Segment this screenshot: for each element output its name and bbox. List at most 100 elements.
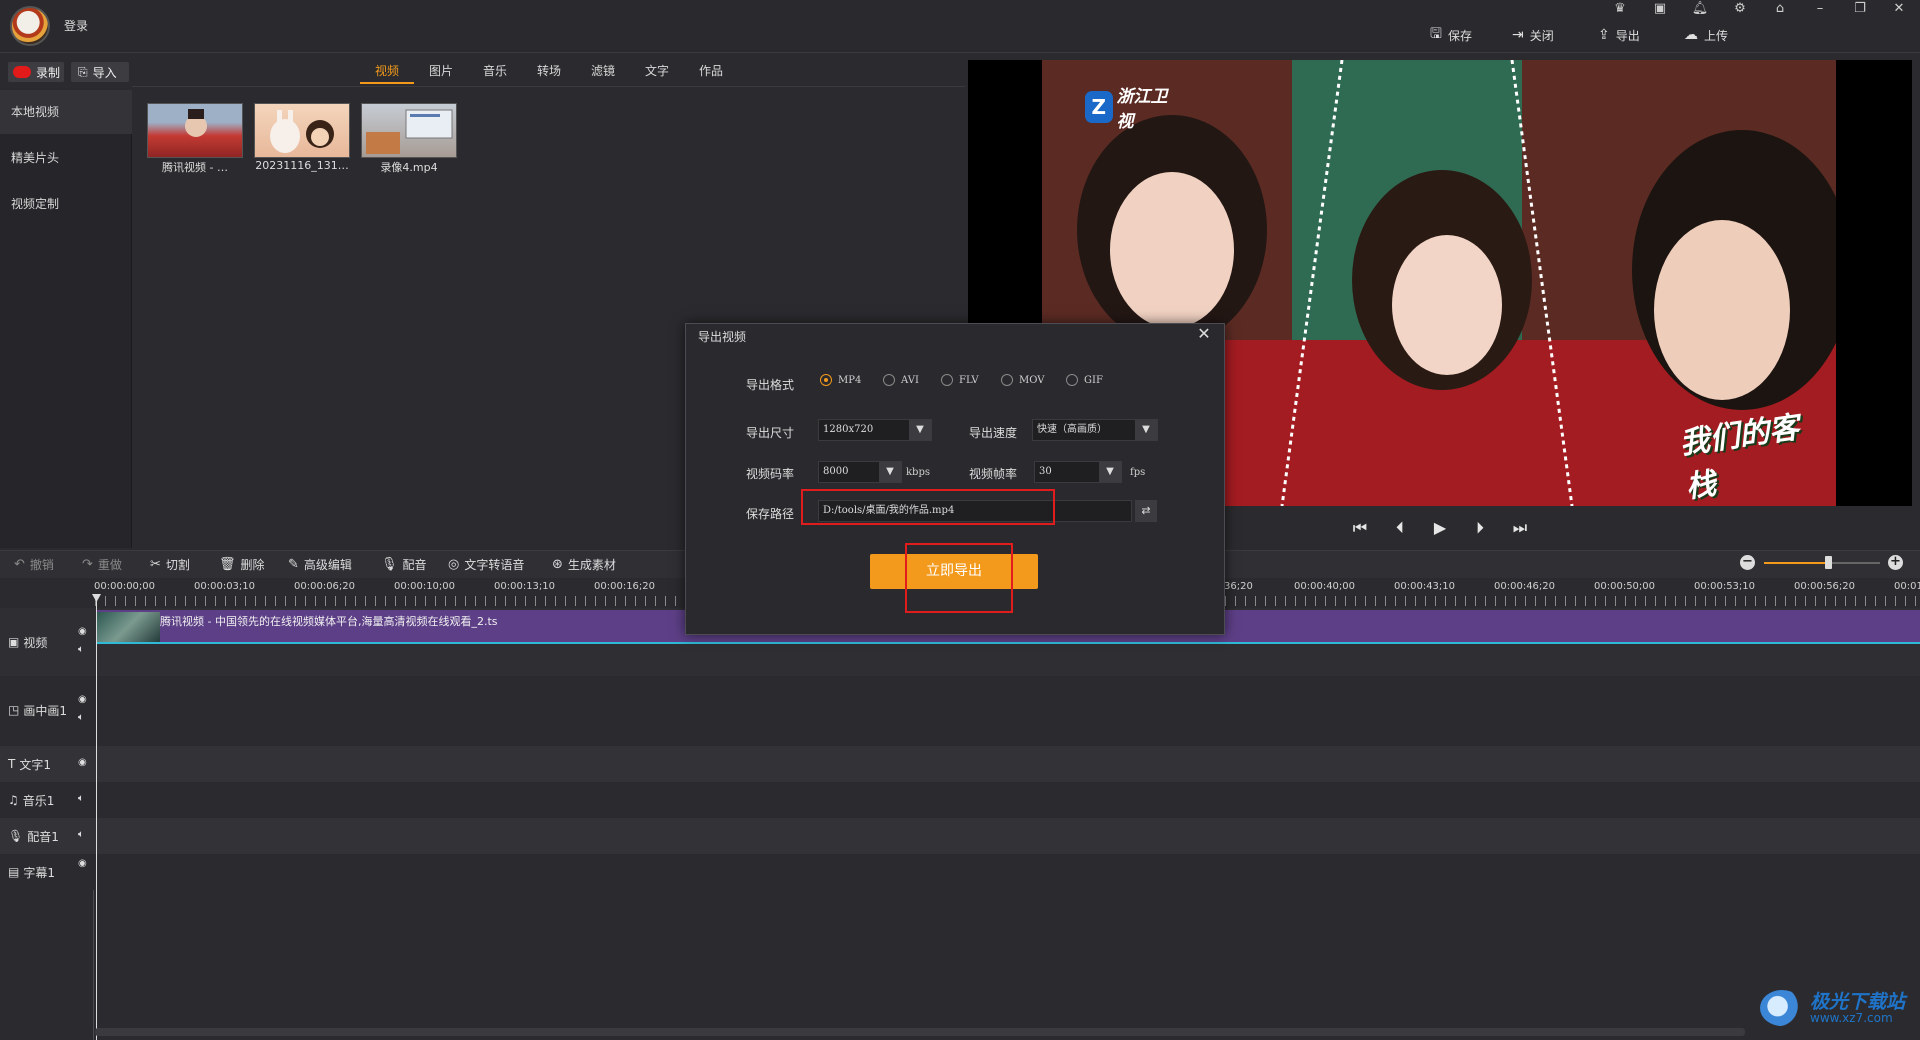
upload-button[interactable]: ☁ 上传 bbox=[1684, 26, 1728, 44]
speed-value: 快速（高画质） bbox=[1037, 424, 1107, 435]
save-button[interactable]: 🖫 保存 bbox=[1430, 26, 1472, 44]
cut-button[interactable]: ✂ 切割 bbox=[150, 556, 190, 572]
media-thumbnail-3[interactable] bbox=[361, 103, 457, 158]
home-icon[interactable]: ⌂ bbox=[1771, 2, 1789, 16]
delete-button[interactable]: 🗑︎ 删除 bbox=[219, 556, 265, 572]
pip-track-icon: ◳ bbox=[8, 703, 20, 717]
eye-icon[interactable]: ◉ bbox=[78, 858, 87, 869]
chevron-down-icon: ▼ bbox=[1135, 420, 1157, 440]
tab-filter[interactable]: 滤镜 bbox=[576, 62, 630, 84]
text-track-icon: T bbox=[8, 757, 16, 771]
close-label: 关闭 bbox=[1529, 28, 1554, 43]
tab-image[interactable]: 图片 bbox=[414, 62, 468, 84]
step-back-icon[interactable]: ⏴ bbox=[1390, 518, 1410, 538]
ruler-label: 00:00:10;00 bbox=[394, 581, 456, 592]
close-project-button[interactable]: ⇥ 关闭 bbox=[1512, 26, 1554, 44]
zoom-out-icon[interactable]: − bbox=[1740, 555, 1755, 570]
user-avatar[interactable] bbox=[10, 6, 50, 46]
site-watermark: 极光下载站 www.xz7.com bbox=[1760, 990, 1905, 1026]
skip-to-end-icon[interactable]: ⏭ bbox=[1510, 518, 1530, 538]
generate-material-button[interactable]: ⊛ 生成素材 bbox=[552, 556, 616, 572]
undo-button[interactable]: ↶ 撤销 bbox=[14, 556, 54, 572]
undo-icon: ↶ bbox=[14, 556, 25, 572]
speaker-icon[interactable]: 🔈︎ bbox=[78, 644, 84, 655]
speaker-icon[interactable]: 🔈︎ bbox=[78, 712, 84, 723]
radio-label: MP4 bbox=[838, 374, 862, 386]
minimize-icon[interactable]: – bbox=[1811, 2, 1829, 16]
format-radio-flv[interactable]: FLV bbox=[941, 374, 979, 386]
sidebar-item-custom-video[interactable]: 视频定制 bbox=[0, 182, 132, 226]
gear-icon[interactable]: ⚙ bbox=[1731, 2, 1749, 16]
browse-folder-icon[interactable]: ⇄ bbox=[1135, 500, 1157, 522]
zoom-in-icon[interactable]: + bbox=[1888, 555, 1903, 570]
ruler-label: 00:00:03;10 bbox=[194, 581, 256, 592]
tab-transition[interactable]: 转场 bbox=[522, 62, 576, 84]
record-label: 录制 bbox=[36, 65, 61, 80]
media-thumbnail-2[interactable] bbox=[254, 103, 350, 158]
redo-button[interactable]: ↷ 重做 bbox=[82, 556, 122, 572]
size-select[interactable]: 1280x720 ▼ bbox=[818, 419, 932, 441]
step-forward-icon[interactable]: ⏵ bbox=[1470, 518, 1490, 538]
timeline-scrollbar[interactable] bbox=[95, 1028, 1745, 1036]
cut-label: 切割 bbox=[165, 557, 190, 572]
sidebar-item-intros[interactable]: 精美片头 bbox=[0, 136, 132, 180]
dub-button[interactable]: 🎙︎ 配音 bbox=[381, 556, 427, 572]
media-thumbnail-1[interactable] bbox=[147, 103, 243, 158]
media-thumbnail-2-label: 20231116_131… bbox=[255, 159, 349, 172]
track-row-music: ♫ 音乐1 🔈︎ bbox=[0, 782, 1920, 818]
tab-music[interactable]: 音乐 bbox=[468, 62, 522, 84]
export-icon: ⇪ bbox=[1598, 27, 1610, 43]
text-to-speech-button[interactable]: ◎ 文字转语音 bbox=[448, 556, 524, 572]
highlight-box-export bbox=[905, 543, 1013, 613]
bitrate-unit: kbps bbox=[906, 467, 930, 478]
pencil-icon: ✎ bbox=[288, 556, 299, 572]
close-icon[interactable]: ✕ bbox=[1890, 2, 1908, 16]
dialog-close-icon[interactable]: ✕ bbox=[1195, 325, 1213, 343]
track-name: 字幕1 bbox=[23, 865, 55, 880]
eye-icon[interactable]: ◉ bbox=[78, 757, 87, 768]
eye-icon[interactable]: ◉ bbox=[78, 694, 87, 705]
highlight-box-path bbox=[801, 489, 1055, 525]
playhead-line[interactable] bbox=[96, 594, 97, 1040]
sidebar-item-local-video[interactable]: 本地视频 bbox=[0, 90, 132, 134]
speaker-icon[interactable]: 🔈︎ bbox=[78, 829, 84, 840]
framerate-select[interactable]: 30 ▼ bbox=[1034, 461, 1122, 483]
skip-to-start-icon[interactable]: ⏮ bbox=[1350, 518, 1370, 538]
undo-label: 撤销 bbox=[29, 557, 54, 572]
play-icon[interactable]: ▶ bbox=[1430, 518, 1450, 538]
radio-label: MOV bbox=[1019, 374, 1045, 386]
speed-select[interactable]: 快速（高画质） ▼ bbox=[1032, 419, 1158, 441]
speaker-icon[interactable]: 🔈︎ bbox=[78, 793, 84, 804]
login-link[interactable]: 登录 bbox=[64, 17, 88, 34]
dub-label: 配音 bbox=[402, 557, 427, 572]
restore-icon[interactable]: ❐ bbox=[1851, 2, 1869, 16]
format-radio-avi[interactable]: AVI bbox=[883, 374, 919, 386]
tab-works[interactable]: 作品 bbox=[684, 62, 738, 84]
chevron-down-icon: ▼ bbox=[909, 420, 931, 440]
tab-text[interactable]: 文字 bbox=[630, 62, 684, 84]
advanced-edit-button[interactable]: ✎ 高级编辑 bbox=[288, 556, 352, 572]
media-thumbnail-3-label: 录像4.mp4 bbox=[380, 161, 438, 174]
ruler-label: 00:00:50;00 bbox=[1594, 581, 1656, 592]
ruler-label: 00:00:40;00 bbox=[1294, 581, 1356, 592]
chevron-down-icon: ▼ bbox=[879, 462, 901, 482]
tab-video[interactable]: 视频 bbox=[360, 62, 414, 84]
play-window-icon[interactable]: ▣ bbox=[1651, 2, 1669, 16]
generate-label: 生成素材 bbox=[567, 557, 616, 572]
track-row-pip: ◳ 画中画1 ◉ 🔈︎ bbox=[0, 676, 1920, 746]
export-button[interactable]: ⇪ 导出 bbox=[1598, 26, 1640, 44]
format-radio-mp4[interactable]: MP4 bbox=[820, 374, 861, 386]
record-button[interactable]: 录制 bbox=[8, 62, 64, 82]
framerate-value: 30 bbox=[1039, 466, 1052, 477]
media-tabs: 视频 图片 音乐 转场 滤镜 文字 作品 bbox=[360, 62, 738, 84]
bell-icon[interactable]: 🔔︎ bbox=[1691, 2, 1709, 16]
crown-icon[interactable]: ♛ bbox=[1611, 2, 1629, 16]
track-name: 画中画1 bbox=[23, 703, 67, 718]
format-radio-gif[interactable]: GIF bbox=[1066, 374, 1103, 386]
import-button[interactable]: ⎘ 导入 bbox=[71, 62, 129, 82]
scissors-icon: ✂ bbox=[150, 556, 161, 572]
zoom-slider-handle[interactable] bbox=[1824, 556, 1832, 569]
eye-icon[interactable]: ◉ bbox=[78, 626, 87, 637]
format-radio-mov[interactable]: MOV bbox=[1001, 374, 1044, 386]
bitrate-select[interactable]: 8000 ▼ bbox=[818, 461, 902, 483]
